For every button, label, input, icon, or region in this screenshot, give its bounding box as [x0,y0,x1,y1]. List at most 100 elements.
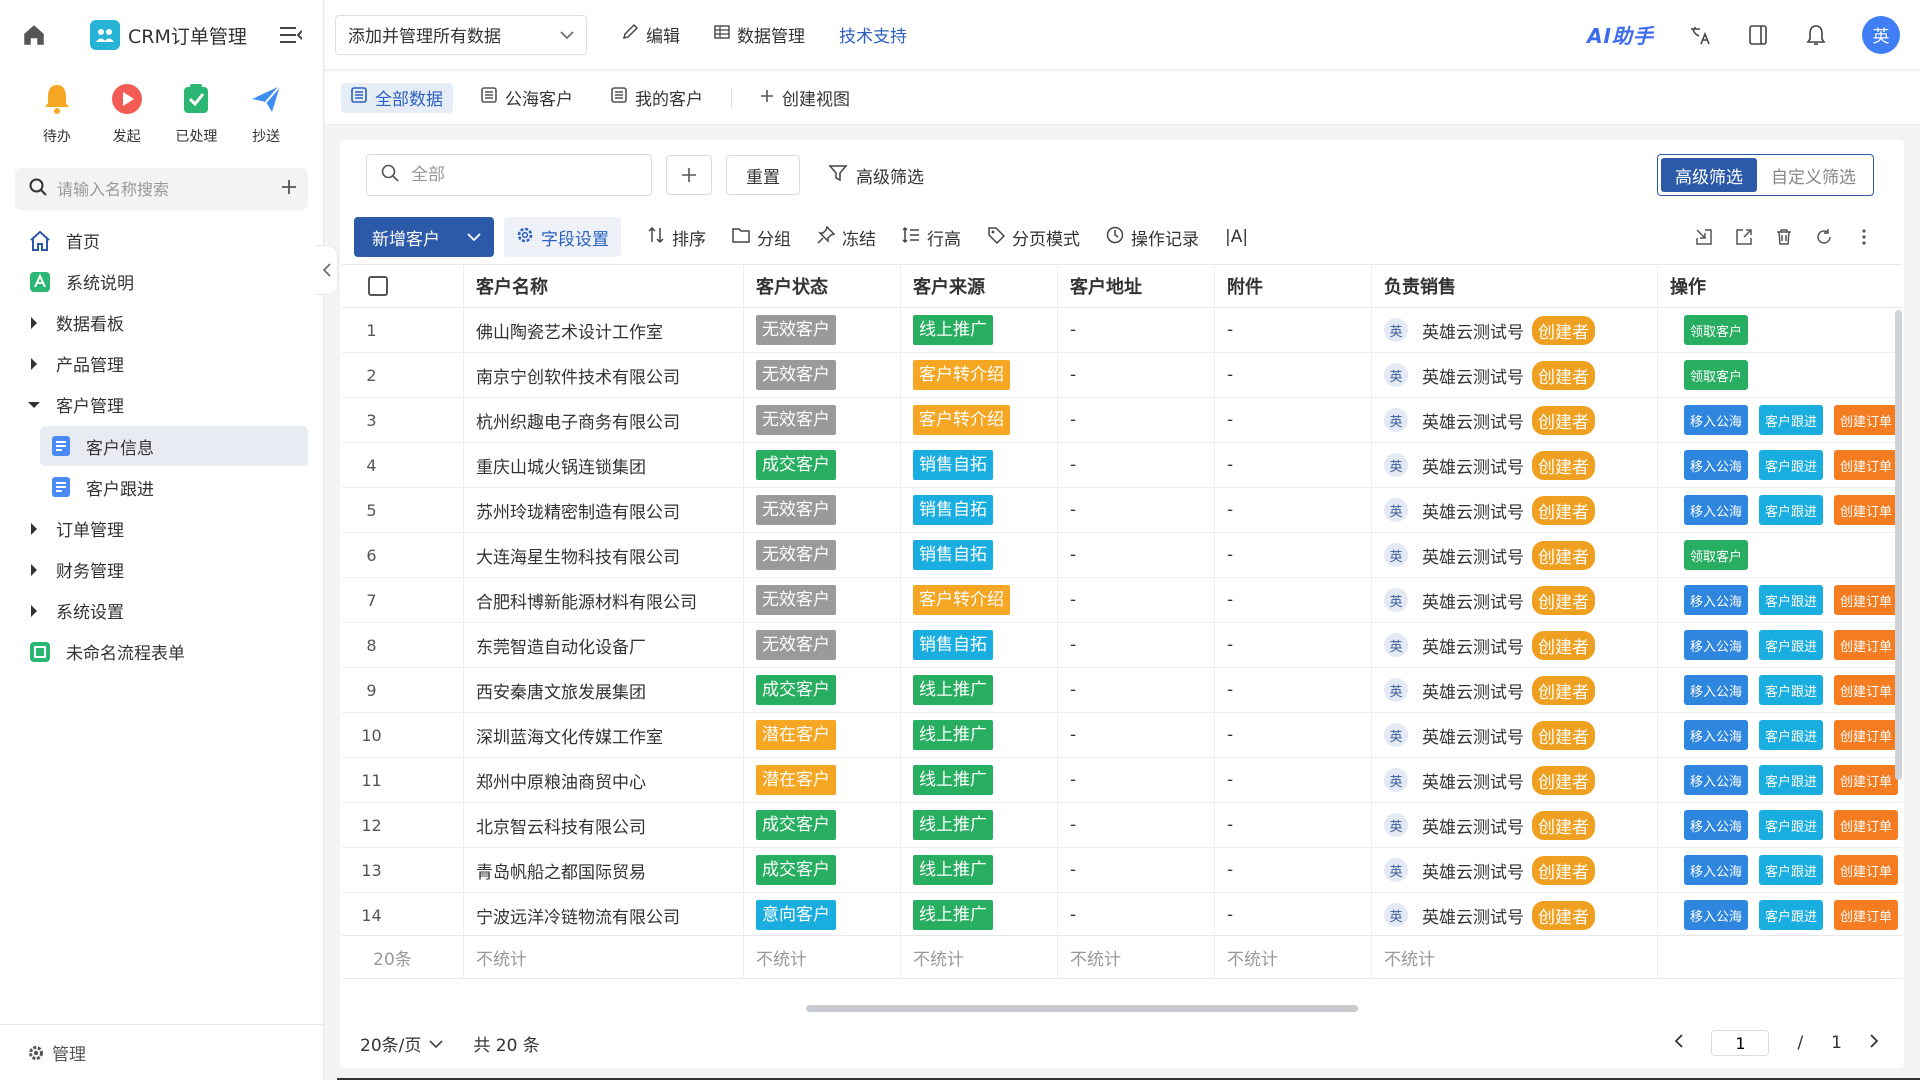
table-row[interactable]: 11 郑州中原粮油商贸中心 潜在客户 线上推广 - - 英英雄云测试号 创建者 移入公海 客户跟进… [342,758,1902,803]
move-button[interactable]: 移入公海 [1684,720,1749,750]
footer-stat[interactable]: 不统计 [1372,936,1658,978]
table-row[interactable]: 12 北京智云科技有限公司 成交客户 线上推广 - - 英英雄云测试号 创建者 移入公海 客户跟进… [342,803,1902,848]
sidebar-item-system-intro[interactable]: 系统说明 [0,261,323,302]
move-button[interactable]: 移入公海 [1684,450,1749,480]
tech-support-link[interactable]: 技术支持 [839,22,907,47]
sort-button[interactable]: 排序 [647,217,706,257]
sidebar-item-products[interactable]: 产品管理 [0,343,323,384]
vertical-scrollbar[interactable] [1895,310,1902,780]
order-button[interactable]: 创建订单 [1834,765,1899,795]
paging-mode-button[interactable]: 分页模式 [987,217,1080,257]
order-button[interactable]: 创建订单 [1834,630,1899,660]
export-icon[interactable] [1734,227,1754,247]
follow-button[interactable]: 客户跟进 [1759,585,1824,615]
customer-name[interactable]: 杭州织趣电子商务有限公司 [464,398,744,442]
move-button[interactable]: 移入公海 [1684,900,1749,930]
column-header[interactable]: 负责销售 [1372,265,1658,307]
table-row[interactable]: 7 合肥科博新能源材料有限公司 无效客户 客户转介绍 - - 英英雄云测试号 创建者 移入公海客… [342,578,1902,623]
quick-cc[interactable]: 抄送 [231,82,301,160]
add-icon[interactable] [281,179,297,199]
column-header[interactable]: 客户状态 [744,265,901,307]
sidebar-search-input[interactable] [57,179,257,199]
sidebar-manage[interactable]: 管理 [0,1024,323,1080]
font-size-button[interactable]: |A| [1225,217,1248,257]
customer-name[interactable]: 合肥科博新能源材料有限公司 [464,578,744,622]
translate-icon[interactable] [1688,23,1712,47]
customer-name[interactable]: 南京宁创软件技术有限公司 [464,353,744,397]
table-row[interactable]: 6 大连海星生物科技有限公司 无效客户 销售自拓 - - 英英雄云测试号 创建者 领取客户 [342,533,1902,578]
sidebar-item-settings[interactable]: 系统设置 [0,590,323,631]
more-icon[interactable] [1854,227,1874,247]
row-height-button[interactable]: 行高 [902,217,961,257]
freeze-button[interactable]: 冻结 [817,217,876,257]
order-button[interactable]: 创建订单 [1834,495,1899,525]
sidebar-item-dashboard[interactable]: 数据看板 [0,302,323,343]
panel-icon[interactable] [1746,23,1770,47]
order-button[interactable]: 创建订单 [1834,720,1899,750]
move-button[interactable]: 移入公海 [1684,855,1749,885]
customer-name[interactable]: 苏州玲珑精密制造有限公司 [464,488,744,532]
footer-stat[interactable]: 不统计 [744,936,901,978]
horizontal-scrollbar[interactable] [806,1005,1358,1012]
customer-name[interactable]: 大连海星生物科技有限公司 [464,533,744,577]
tab-public-customers[interactable]: 公海客户 [471,83,583,113]
follow-button[interactable]: 客户跟进 [1759,810,1824,840]
move-button[interactable]: 移入公海 [1684,495,1749,525]
sidebar-item-customers[interactable]: 客户管理 [0,384,323,425]
sidebar-item-unnamed-form[interactable]: 未命名流程表单 [0,631,323,672]
menu-fold-icon[interactable] [279,23,303,47]
order-button[interactable]: 创建订单 [1834,450,1899,480]
follow-button[interactable]: 客户跟进 [1759,720,1824,750]
customer-name[interactable]: 深圳蓝海文化传媒工作室 [464,713,744,757]
order-button[interactable]: 创建订单 [1834,675,1899,705]
import-icon[interactable] [1694,227,1714,247]
follow-button[interactable]: 客户跟进 [1759,765,1824,795]
footer-stat[interactable]: 不统计 [901,936,1058,978]
follow-button[interactable]: 客户跟进 [1759,855,1824,885]
follow-button[interactable]: 客户跟进 [1759,675,1824,705]
field-settings-button[interactable]: 字段设置 [504,217,621,257]
order-button[interactable]: 创建订单 [1834,585,1899,615]
customer-name[interactable]: 宁波远洋冷链物流有限公司 [464,893,744,935]
table-row[interactable]: 5 苏州玲珑精密制造有限公司 无效客户 销售自拓 - - 英英雄云测试号 创建者 移入公海 客户跟… [342,488,1902,533]
quick-done[interactable]: 已处理 [162,82,232,160]
reset-button[interactable]: 重置 [726,155,800,195]
page-number-input[interactable] [1711,1030,1770,1056]
select-all-checkbox[interactable] [368,276,388,296]
notification-bell-icon[interactable] [1804,23,1828,47]
chevron-right-icon[interactable] [1870,1033,1879,1053]
data-management-link[interactable]: 数据管理 [714,22,805,47]
customer-name[interactable]: 郑州中原粮油商贸中心 [464,758,744,802]
customer-name[interactable]: 北京智云科技有限公司 [464,803,744,847]
dataset-select[interactable]: 添加并管理所有数据 [335,14,587,55]
order-button[interactable]: 创建订单 [1834,405,1899,435]
sidebar-item-finance[interactable]: 财务管理 [0,549,323,590]
advanced-filter-link[interactable]: 高级筛选 [828,163,924,188]
home-icon[interactable] [20,21,48,49]
move-button[interactable]: 移入公海 [1684,405,1749,435]
customer-name[interactable]: 佛山陶瓷艺术设计工作室 [464,308,744,352]
sidebar-collapse-toggle[interactable] [316,245,338,295]
move-button[interactable]: 移入公海 [1684,630,1749,660]
create-view-button[interactable]: 创建视图 [750,83,860,113]
table-row[interactable]: 1 佛山陶瓷艺术设计工作室 无效客户 线上推广 - - 英英雄云测试号 创建者 领取客户 [342,308,1902,353]
order-button[interactable]: 创建订单 [1834,900,1899,930]
table-row[interactable]: 9 西安秦唐文旅发展集团 成交客户 线上推广 - - 英英雄云测试号 创建者 移入公海 客户跟进创… [342,668,1902,713]
column-header[interactable]: 附件 [1215,265,1372,307]
move-button[interactable]: 移入公海 [1684,675,1749,705]
group-button[interactable]: 分组 [732,217,791,257]
customer-name[interactable]: 西安秦唐文旅发展集团 [464,668,744,712]
move-button[interactable]: 移入公海 [1684,585,1749,615]
customer-name[interactable]: 重庆山城火锅连锁集团 [464,443,744,487]
follow-button[interactable]: 客户跟进 [1759,900,1824,930]
edit-link[interactable]: 编辑 [621,22,680,47]
refresh-icon[interactable] [1814,227,1834,247]
column-header[interactable]: 客户来源 [901,265,1058,307]
ai-assistant-button[interactable]: AI助手 [1587,20,1654,49]
claim-button[interactable]: 领取客户 [1684,360,1749,390]
column-header[interactable]: 操作 [1658,265,1902,307]
move-button[interactable]: 移入公海 [1684,810,1749,840]
table-row[interactable]: 13 青岛帆船之都国际贸易 成交客户 线上推广 - - 英英雄云测试号 创建者 移入公海 客户跟进… [342,848,1902,893]
new-customer-button[interactable]: 新增客户 [354,217,494,257]
footer-stat[interactable]: 不统计 [464,936,744,978]
